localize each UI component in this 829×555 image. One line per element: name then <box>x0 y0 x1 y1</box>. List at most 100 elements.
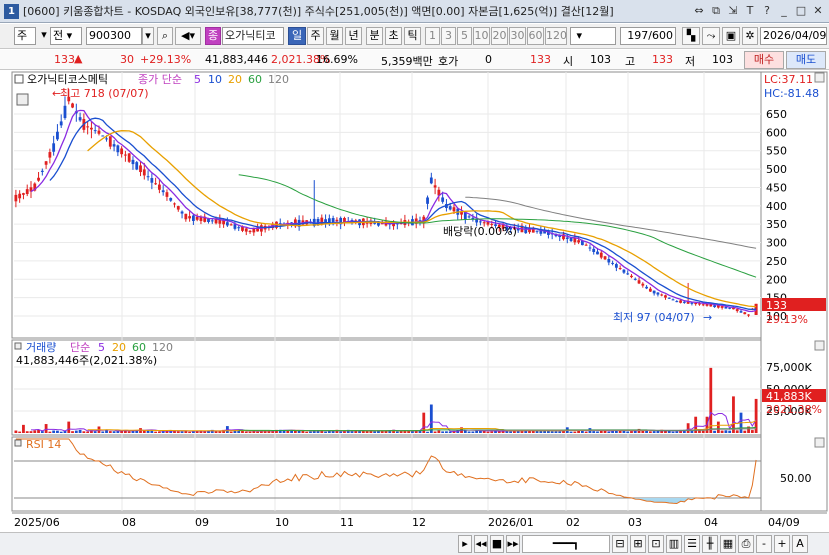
volume-bar <box>161 431 165 433</box>
tab-month[interactable]: 월 <box>326 27 343 45</box>
date-field[interactable]: 2026/04/09 <box>760 27 827 45</box>
candle-body <box>599 252 603 258</box>
tab-week[interactable]: 주 <box>307 27 324 45</box>
print-icon[interactable]: ⎙ <box>738 535 754 553</box>
code-dropdown-button[interactable]: ▾ <box>142 27 154 45</box>
candle-body <box>682 301 686 303</box>
candle-body <box>630 275 633 278</box>
zoom-in-icon[interactable]: ⊞ <box>630 535 646 553</box>
volume-bar <box>309 431 312 433</box>
quote-amount: 5,359백만 <box>381 55 433 68</box>
tab-minute[interactable]: 분 <box>366 27 383 45</box>
link-icon[interactable]: ⇔ <box>692 3 706 18</box>
volume-panel-icon[interactable] <box>14 342 22 350</box>
search-icon[interactable]: ⌕ <box>157 27 173 45</box>
market-select[interactable]: 전 ▾ <box>50 27 82 45</box>
interval-3[interactable]: 3 <box>441 27 456 45</box>
candle-body <box>441 197 445 202</box>
volume-bar <box>490 431 494 433</box>
candle-icon[interactable]: ╫ <box>702 535 718 553</box>
interval-20[interactable]: 20 <box>491 27 508 45</box>
candle-body <box>679 300 682 303</box>
maximize-icon[interactable]: □ <box>794 3 808 18</box>
interval-60[interactable]: 60 <box>527 27 544 45</box>
grid-toggle-icon[interactable] <box>16 93 29 106</box>
first-icon[interactable]: ◂◂ <box>474 535 488 553</box>
tab-year[interactable]: 년 <box>345 27 362 45</box>
draw-icon[interactable]: ⤳ <box>702 27 720 45</box>
chart-svg[interactable]: 65060055050045040035030025020015010075,0… <box>0 71 829 541</box>
zoom-out-icon[interactable]: ⊟ <box>612 535 628 553</box>
code-input[interactable]: 900300 <box>86 27 142 45</box>
period-unit-select[interactable]: 주 <box>14 27 36 45</box>
tab-tick[interactable]: 틱 <box>404 27 421 45</box>
pin-icon[interactable]: ⇲ <box>726 3 740 18</box>
candle-body <box>584 244 588 246</box>
quote-change-pct: +29.13% <box>140 53 192 66</box>
interval-10[interactable]: 10 <box>473 27 490 45</box>
candle-body <box>97 130 101 134</box>
x-axis-label: 04 <box>704 516 718 529</box>
chart-icon[interactable]: ▚ <box>682 27 700 45</box>
font-grow-icon[interactable]: + <box>774 535 790 553</box>
rsi-panel-close-icon[interactable] <box>814 437 825 448</box>
low-label: 저 <box>685 55 696 68</box>
interval-30[interactable]: 30 <box>509 27 526 45</box>
help-icon[interactable]: ? <box>760 3 774 18</box>
font-size-icon[interactable]: A <box>792 535 808 553</box>
buy-button[interactable]: 매수 <box>744 51 784 69</box>
candle-body <box>743 312 747 315</box>
stock-name-field[interactable]: 오가닉티코 <box>222 27 284 45</box>
stop-icon[interactable]: ■ <box>490 535 504 553</box>
interval-120[interactable]: 120 <box>545 27 567 45</box>
list-icon[interactable]: ☰ <box>684 535 700 553</box>
split-icon[interactable]: ⊡ <box>648 535 664 553</box>
volume-panel-close-icon[interactable] <box>814 340 825 351</box>
chevron-down-icon[interactable]: ▾ <box>40 27 48 45</box>
tab-day[interactable]: 일 <box>288 27 306 45</box>
candle-body <box>108 136 112 147</box>
volume-bar <box>573 431 577 433</box>
volume-bar <box>48 431 52 433</box>
high-note: 최고 718 (07/07) <box>60 87 149 100</box>
scroll-slider[interactable]: ━━━┓ <box>522 535 610 553</box>
sound-icon[interactable]: ◀▾ <box>175 27 201 45</box>
volume-bar <box>44 424 48 433</box>
candle-body <box>701 304 705 306</box>
tab-second[interactable]: 초 <box>385 27 402 45</box>
interval-custom-select[interactable]: ▾ <box>570 27 616 45</box>
rsi-panel-icon[interactable] <box>14 439 22 447</box>
minimize-icon[interactable]: _ <box>777 3 791 18</box>
candle-body <box>40 170 44 172</box>
sell-button[interactable]: 매도 <box>786 51 826 69</box>
save-icon[interactable]: ▣ <box>722 27 740 45</box>
candle-body <box>120 148 124 155</box>
volume-bar <box>25 431 29 433</box>
price-panel-close-icon[interactable] <box>814 72 825 83</box>
candle-body <box>142 169 146 176</box>
volume-bar <box>667 431 671 433</box>
price-y-tick: 250 <box>766 255 787 268</box>
volume-bar <box>112 431 116 433</box>
candle-body <box>479 221 482 223</box>
candle-body <box>433 185 437 188</box>
page-count-field[interactable]: 197/600 <box>620 27 676 45</box>
x-axis-label: 02 <box>566 516 580 529</box>
font-shrink-icon[interactable]: - <box>756 535 772 553</box>
play-icon[interactable]: ▸▸ <box>506 535 520 553</box>
scroll-left-icon[interactable]: ▸ <box>458 535 472 553</box>
stats-icon[interactable]: ▦ <box>720 535 736 553</box>
gear-icon[interactable]: ✲ <box>742 27 758 45</box>
volume-bar <box>607 431 611 433</box>
quote-bar: 133 ▲ 30 +29.13% 41,883,446 2,021.38% 16… <box>0 50 829 70</box>
interval-5[interactable]: 5 <box>457 27 472 45</box>
volume-label: 거래량 <box>26 341 56 354</box>
close-icon[interactable]: ✕ <box>811 3 825 18</box>
text-icon[interactable]: T <box>743 3 757 18</box>
interval-1[interactable]: 1 <box>425 27 440 45</box>
candle-body <box>14 194 18 202</box>
volume-last-tag-text: 41,883K <box>766 390 812 403</box>
candle-body <box>448 206 452 210</box>
restore-icon[interactable]: ⧉ <box>709 3 723 18</box>
layout-icon[interactable]: ▥ <box>666 535 682 553</box>
